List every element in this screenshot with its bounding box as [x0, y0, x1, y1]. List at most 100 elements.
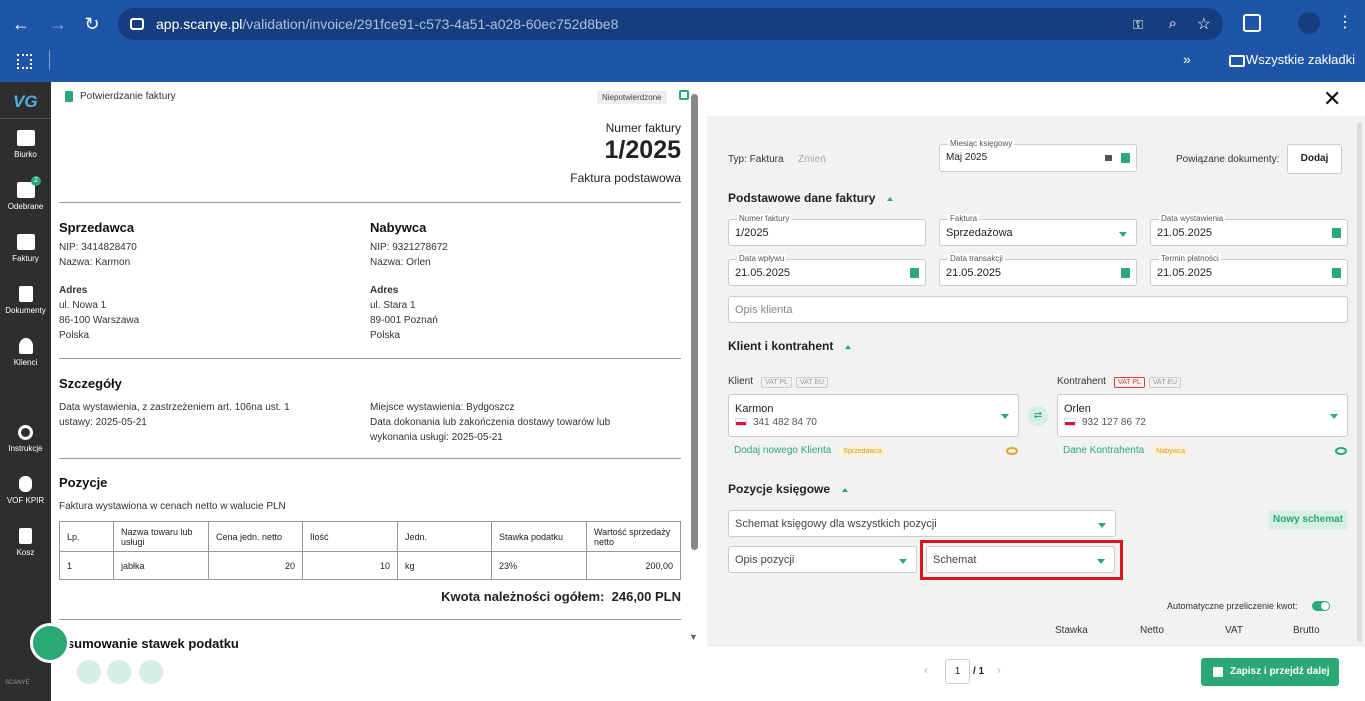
receipt-date-field[interactable]: Data wpływu 21.05.2025 [728, 254, 926, 286]
eye-icon[interactable] [1006, 447, 1018, 455]
close-icon[interactable]: ✕ [1323, 86, 1341, 112]
profile-icon[interactable] [1298, 12, 1320, 34]
chat-icon[interactable] [30, 623, 70, 663]
seller-name: Nazwa: Karmon [59, 257, 131, 268]
download-icon[interactable] [107, 660, 131, 684]
booking-section[interactable]: Pozycje księgowe [728, 482, 849, 496]
seller-nip: NIP: 3414828470 [59, 242, 137, 253]
field-label: Data transakcji [948, 254, 1005, 263]
contractor-data-link[interactable]: Dane Kontrahenta [1063, 445, 1144, 456]
collapse-icon[interactable] [845, 344, 852, 349]
col-rate: Stawka [1055, 625, 1088, 636]
client-section[interactable]: Klient i kontrahent [728, 339, 852, 353]
swap-icon[interactable]: ⇄ [1028, 406, 1048, 426]
panel-header [707, 82, 1365, 116]
invoice-kind-select[interactable]: Faktura Sprzedażowa [939, 214, 1137, 246]
all-bookmarks[interactable]: Wszystkie zakładki [1246, 52, 1355, 67]
contractor-nip: 932 127 86 72 [1064, 417, 1146, 428]
eye-icon[interactable] [1335, 447, 1347, 455]
change-type-link[interactable]: Zmień [798, 154, 826, 165]
client-nip: 341 482 84 70 [735, 417, 817, 428]
field-label: Faktura [948, 214, 980, 223]
contractor-select[interactable]: Orlen 932 127 86 72 [1057, 394, 1348, 437]
cell-value: 200,00 [586, 551, 681, 580]
field-value: 21.05.2025 [946, 267, 1002, 279]
sidebar-item-dokumenty[interactable]: Dokumenty [0, 286, 51, 315]
field-value: 21.05.2025 [1157, 227, 1213, 239]
key-icon[interactable]: ⚿ [1133, 17, 1143, 33]
add-client-link[interactable]: Dodaj nowego Klienta [734, 445, 831, 456]
position-description-select[interactable]: Opis pozycji [728, 546, 917, 573]
contractor-nip-value: 932 127 86 72 [1082, 417, 1146, 428]
forward-icon[interactable]: → [46, 12, 70, 36]
buyer-address-2: 89-001 Poznań [370, 315, 438, 326]
calendar-icon[interactable] [1121, 153, 1130, 163]
menu-icon[interactable]: ⋮ [1337, 12, 1353, 32]
add-related-button[interactable]: Dodaj [1287, 144, 1342, 174]
schema-all-select[interactable]: Schemat księgowy dla wszystkich pozycji [728, 510, 1116, 537]
client-select[interactable]: Karmon 341 482 84 70 [728, 394, 1019, 437]
sidebar-item-faktury[interactable]: Faktury [0, 234, 51, 263]
next-page-icon[interactable]: › [997, 663, 1001, 677]
due-date-field[interactable]: Termin płatności 21.05.2025 [1150, 254, 1348, 286]
sidebar-item-kosz[interactable]: Kosz [0, 528, 51, 557]
buyer-address-label: Adres [370, 285, 399, 296]
collapse-icon[interactable] [842, 487, 849, 492]
scrollbar-thumb[interactable] [691, 94, 698, 550]
contractor-data-row: Dane Kontrahenta Nabywca [1063, 445, 1189, 457]
status-badge: Niepotwierdzone [597, 91, 667, 104]
zoom-icon[interactable]: ⌕ [1169, 15, 1177, 32]
field-value: 21.05.2025 [1157, 267, 1213, 279]
booking-month-field[interactable]: Miesiąc księgowy Maj 2025 [939, 139, 1137, 172]
back-icon[interactable]: ← [9, 12, 33, 36]
collapse-icon[interactable] [887, 196, 894, 201]
scroll-down-icon[interactable]: ▼ [689, 632, 698, 642]
brand-label: SCANYE [5, 680, 30, 686]
page-number-input[interactable]: 1 [945, 659, 970, 684]
invoice-number: 1/2025 [604, 136, 681, 164]
extensions-icon[interactable] [1243, 14, 1261, 32]
toggle-knob [1321, 602, 1329, 610]
basic-data-section[interactable]: Podstawowe dane faktury [728, 191, 894, 205]
calendar-icon[interactable] [1121, 268, 1130, 278]
prev-page-icon[interactable]: ‹ [924, 663, 928, 677]
address-bar[interactable]: app.scanye.pl/validation/invoice/291fce9… [118, 8, 1223, 40]
apps-icon[interactable] [17, 54, 32, 69]
client-name: Karmon [735, 403, 774, 415]
save-and-next-button[interactable]: Zapisz i przejdź dalej [1201, 658, 1339, 686]
unlock-icon[interactable] [1105, 155, 1112, 161]
calendar-icon[interactable] [910, 268, 919, 278]
sidebar-item-klienci[interactable]: Klienci [0, 338, 51, 367]
client-label: Klient [728, 376, 754, 387]
details-issue-date: Data wystawienia, z zastrzeżeniem art. 1… [59, 402, 290, 428]
transaction-date-field[interactable]: Data transakcji 21.05.2025 [939, 254, 1137, 286]
sidebar-item-label: VOF KPIR [6, 496, 45, 505]
app-logo[interactable]: VG [13, 92, 38, 112]
sidebar-item-vof-kpir[interactable]: VOF KPIR [0, 476, 51, 505]
email-icon[interactable] [77, 660, 101, 684]
invoice-number-field[interactable]: Numer faktury 1/2025 [728, 214, 926, 246]
star-icon[interactable]: ☆ [1197, 14, 1211, 34]
calendar-icon[interactable] [1332, 228, 1341, 238]
schema-select[interactable]: Schemat [926, 546, 1115, 573]
calendar-icon[interactable] [1332, 268, 1341, 278]
sidebar-item-label: Instrukcje [8, 444, 43, 453]
url-text: app.scanye.pl/validation/invoice/291fce9… [156, 16, 618, 32]
reload-icon[interactable]: ↻ [80, 12, 104, 36]
seller-tag: Sprzedawca [839, 446, 886, 457]
client-description-input[interactable]: Opis klienta [728, 296, 1348, 323]
more-bookmarks-icon[interactable]: » [1183, 51, 1191, 67]
trash-icon [19, 528, 32, 544]
new-schema-button[interactable]: Nowy schemat [1269, 510, 1347, 530]
issue-date-field[interactable]: Data wystawienia 21.05.2025 [1150, 214, 1348, 246]
sidebar-item-instrukcje[interactable]: Instrukcje [0, 425, 51, 453]
document-icon [65, 91, 73, 102]
auto-calc-toggle[interactable] [1312, 601, 1330, 611]
sidebar-item-biurko[interactable]: Biurko [0, 130, 51, 159]
sidebar-item-odebrane[interactable]: 2 Odebrane [0, 176, 51, 211]
form-scrollbar[interactable] [1357, 122, 1362, 642]
site-info-icon[interactable] [130, 18, 144, 30]
buyer-address-1: ul. Stara 1 [370, 300, 416, 311]
open-external-icon[interactable] [679, 90, 689, 100]
delete-icon[interactable] [139, 660, 163, 684]
